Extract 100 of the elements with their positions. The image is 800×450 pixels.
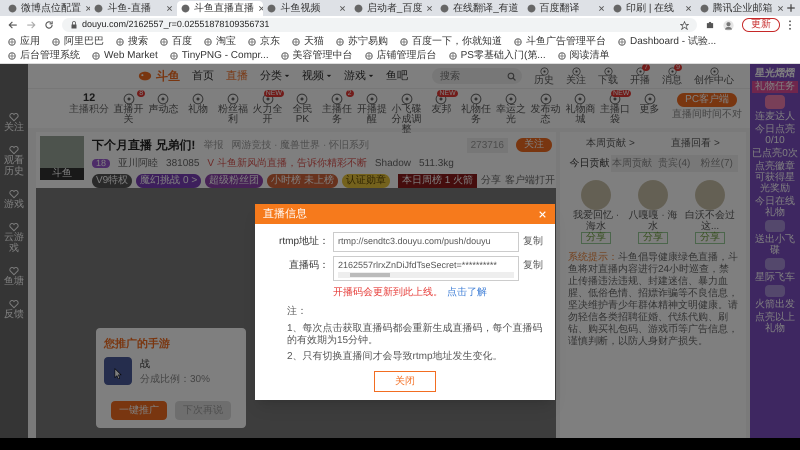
close-icon[interactable] xyxy=(258,5,265,12)
bookmark[interactable]: Web Market xyxy=(92,50,158,62)
bookmark[interactable]: PS零基础入门(第... xyxy=(448,50,546,62)
sidebar-item[interactable]: 游戏 xyxy=(1,189,27,210)
circle-icon xyxy=(504,93,517,105)
nav-link[interactable]: 首页 xyxy=(192,68,214,84)
circle-icon xyxy=(366,93,378,105)
client-button[interactable]: PC客户端 xyxy=(677,93,738,107)
site-logo[interactable]: 斗鱼 xyxy=(138,67,180,85)
panel-link[interactable]: 本周贡献 > xyxy=(586,136,635,151)
copy-link[interactable]: 复制 xyxy=(523,256,543,272)
bookmark[interactable]: Dashboard - 试验... xyxy=(618,36,716,48)
globe-icon xyxy=(400,38,408,46)
avatar xyxy=(695,180,725,210)
rank-banner[interactable]: 本日周榜 1 火箭 xyxy=(398,174,478,188)
bookmark[interactable]: 斗鱼广告管理平台 xyxy=(514,36,606,48)
promote-button[interactable]: 一键推广 xyxy=(111,401,167,420)
bookmark[interactable]: TinyPNG - Compr... xyxy=(170,50,269,62)
gift-image xyxy=(765,285,785,297)
bookmark[interactable]: 应用 xyxy=(8,36,40,48)
update-button[interactable]: 更新 xyxy=(742,18,780,32)
close-icon[interactable] xyxy=(776,5,784,12)
toolbar-item[interactable]: 全民PK xyxy=(286,93,319,125)
header-link[interactable]: 创作中心 xyxy=(694,66,734,86)
nav-link[interactable]: 鱼吧 xyxy=(386,68,408,84)
bookmark[interactable]: 京东 xyxy=(248,36,280,48)
sidebar-item[interactable]: 观看历史 xyxy=(1,145,27,177)
text-field[interactable]: rtmp://sendtc3.douyu.com/push/douyu xyxy=(333,232,519,252)
sidebar-item[interactable]: 反馈 xyxy=(1,299,27,320)
toolbar-item[interactable]: 礼物商城 xyxy=(564,93,597,125)
tag-chip[interactable]: 小时榜 未上榜 xyxy=(267,174,338,188)
follow-button[interactable]: 关注 xyxy=(516,138,552,152)
bookmark[interactable]: 店铺管理后台 xyxy=(364,50,437,62)
share-link[interactable]: 分享 xyxy=(481,173,502,188)
tag-chip[interactable]: V9特权 xyxy=(92,174,132,188)
close-icon[interactable] xyxy=(426,5,434,12)
page-icon xyxy=(94,4,104,13)
bookmark[interactable]: 天猫 xyxy=(292,36,324,48)
bookmark[interactable]: 搜索 xyxy=(116,36,148,48)
close-icon[interactable] xyxy=(166,5,173,12)
user-tag: 分享 xyxy=(695,232,725,244)
sidebar-item[interactable]: 云游戏 xyxy=(1,222,27,254)
toolbar-item[interactable]: 幸运之光 xyxy=(494,93,528,125)
toolbar-item[interactable]: 小飞碟分成调整 xyxy=(390,93,423,135)
close-icon[interactable] xyxy=(85,5,92,12)
sidebar-item[interactable]: 鱼塘 xyxy=(1,266,27,287)
reload-icon[interactable] xyxy=(44,20,54,30)
search-icon[interactable] xyxy=(507,72,516,81)
nav-link[interactable]: 视频 xyxy=(302,68,332,84)
tab-title: 在线翻译_有道 xyxy=(453,4,519,14)
close-icon[interactable] xyxy=(598,5,606,12)
toolbar-item[interactable]: 礼物任务 xyxy=(460,93,492,125)
bookmark[interactable]: 美容管理中台 xyxy=(280,50,353,62)
bookmark[interactable]: 苏宁易购 xyxy=(336,36,388,48)
text-field[interactable]: 2162557rlrxZnDiJfdTseSecret=********** xyxy=(333,256,519,281)
header-link[interactable]: 关注 xyxy=(566,66,586,86)
plus-icon[interactable] xyxy=(786,3,796,13)
client-open-link[interactable]: 客户端打开 xyxy=(505,173,556,188)
warning-text: 开播码会更新到此上线。 xyxy=(333,286,443,300)
menu-icon[interactable] xyxy=(788,20,792,30)
learn-more-link[interactable]: 点击了解 xyxy=(447,285,487,300)
caret-icon xyxy=(326,73,332,79)
toolbar-item[interactable]: 更多 xyxy=(633,93,666,115)
nav-link[interactable]: 分类 xyxy=(260,68,290,84)
copy-link[interactable]: 复制 xyxy=(523,232,543,249)
avatar xyxy=(638,180,668,210)
bookmark[interactable]: 百度 xyxy=(160,36,192,48)
gift-image xyxy=(765,220,785,232)
toolbar-item[interactable]: 声动态 xyxy=(147,93,180,115)
bookmark[interactable]: 阅读清单 xyxy=(558,50,610,62)
bookmark[interactable]: 后台管理系统 xyxy=(8,50,80,62)
panel-link[interactable]: 直播回看 > xyxy=(671,136,720,151)
toolbar-item[interactable]: 开播提醒 xyxy=(356,93,388,125)
tag-chip[interactable]: 超级粉丝团 xyxy=(205,174,264,188)
toolbar-item[interactable]: 礼物 xyxy=(182,93,215,115)
back-icon[interactable] xyxy=(8,20,18,30)
bookmark[interactable]: 阿里巴巴 xyxy=(52,36,104,48)
nav-link[interactable]: 游戏 xyxy=(344,68,374,84)
panel-tab[interactable]: 今日贡献 xyxy=(568,155,610,172)
page-icon xyxy=(354,4,363,13)
toolbar-item[interactable]: 发布动态 xyxy=(529,93,562,125)
close-button[interactable]: 关闭 xyxy=(374,371,436,392)
close-icon[interactable] xyxy=(684,5,692,12)
nav-link[interactable]: 直播 xyxy=(226,68,248,84)
address-bar[interactable]: douyu.com/2162557_r=0.02551878109356731 xyxy=(62,18,697,32)
sidebar-item[interactable]: 关注 xyxy=(1,112,27,133)
header-link[interactable]: 下载 xyxy=(598,66,618,86)
tag-chip[interactable]: 认证勋章 xyxy=(342,174,390,188)
profile-icon[interactable] xyxy=(723,20,734,30)
tag-chip[interactable]: 魔幻挑战 0 > xyxy=(136,174,202,188)
header-link[interactable]: 历史 xyxy=(534,66,554,86)
event-banner[interactable]: 星光熠熠 礼物任务 连麦达人 今日点亮0/10 已点亮0次 点亮徽章可获得星光奖励 今日在线礼物 送出小飞碟 星际飞车 火箭出发 点亮以上礼物 xyxy=(750,64,800,438)
toolbar-item[interactable]: 粉丝福利 xyxy=(216,93,250,125)
star-icon[interactable] xyxy=(680,20,689,30)
page-icon xyxy=(613,4,622,13)
browser-tab[interactable]: 斗鱼直播直播 xyxy=(176,1,264,16)
close-icon[interactable] xyxy=(338,5,346,12)
bookmark[interactable]: 百度一下，你就知道 xyxy=(400,36,502,48)
search-field[interactable]: 搜索 xyxy=(432,68,522,84)
bookmark[interactable]: 淘宝 xyxy=(204,36,236,48)
